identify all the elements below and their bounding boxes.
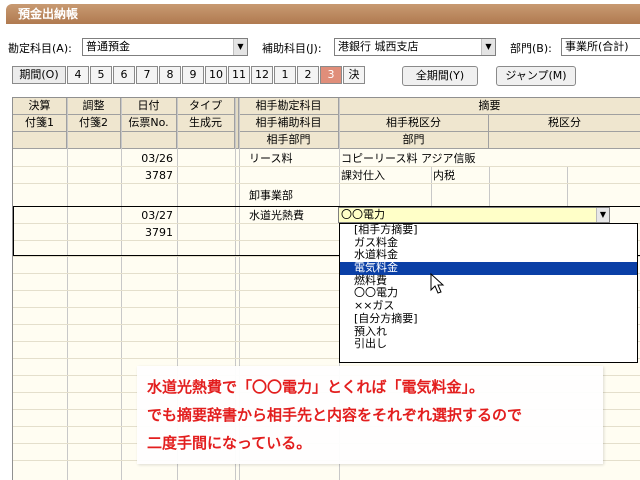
month-tab-4[interactable]: 4: [67, 66, 89, 84]
month-tab-8[interactable]: 8: [159, 66, 181, 84]
summary-edit-combo[interactable]: 〇〇電力 ▼: [338, 207, 610, 223]
callout-line-1: 水道光熱費で「〇〇電力」とくれば「電気料金」。: [147, 378, 485, 396]
dropdown-item[interactable]: 引出し: [340, 337, 637, 351]
chevron-down-icon[interactable]: ▼: [481, 39, 495, 55]
entry1-partner-tax[interactable]: 課対仕入: [341, 167, 385, 184]
chevron-down-icon[interactable]: ▼: [233, 39, 247, 55]
department-select[interactable]: 事業所(合計): [561, 38, 640, 56]
sub-account-select[interactable]: 港銀行 城西支店 ▼: [334, 38, 496, 56]
month-tab-2[interactable]: 2: [297, 66, 319, 84]
grid-line: [489, 166, 490, 206]
dropdown-item[interactable]: [自分方摘要]: [340, 312, 637, 326]
col-voucher: 伝票No.: [121, 115, 177, 132]
col-type: タイプ: [177, 98, 235, 115]
window-title: 預金出納帳: [6, 4, 640, 24]
month-tab-3[interactable]: 3: [320, 66, 342, 84]
month-tab-1[interactable]: 1: [274, 66, 296, 84]
col-empty: [489, 132, 640, 149]
account-select[interactable]: 普通預金 ▼: [82, 38, 248, 56]
grid-line: [13, 166, 640, 167]
entry1-date[interactable]: 03/26: [121, 150, 173, 167]
entry1-voucher[interactable]: 3787: [121, 167, 173, 184]
grid-line: [13, 183, 640, 184]
month-tab-7[interactable]: 7: [136, 66, 158, 84]
jump-button[interactable]: ジャンプ(M): [496, 66, 576, 86]
entry2-date[interactable]: 03/27: [121, 207, 173, 224]
dropdown-item[interactable]: ××ガス: [340, 299, 637, 313]
month-tab-12[interactable]: 12: [251, 66, 273, 84]
department-value: 事業所(合計): [565, 40, 629, 53]
entry2-account[interactable]: 水道光熱費: [249, 207, 304, 224]
full-period-button[interactable]: 全期間(Y): [402, 66, 478, 86]
col-date: 日付: [121, 98, 177, 115]
col-partner-sub: 相手補助科目: [239, 115, 339, 132]
col-adjust: 調整: [67, 98, 121, 115]
col-tag2: 付箋2: [67, 115, 121, 132]
grid-line: [67, 98, 68, 480]
col-settlement: 決算: [13, 98, 67, 115]
col-empty: [121, 132, 177, 149]
dropdown-item[interactable]: [相手方摘要]: [340, 223, 637, 237]
summary-dropdown: [相手方摘要] ガス料金 水道料金 電気料金 燃料費 〇〇電力 ××ガス [自分…: [339, 223, 638, 363]
grid-line: [567, 166, 568, 206]
entry1-account[interactable]: リース料: [249, 150, 292, 167]
sub-account-label: 補助科目(J):: [262, 42, 322, 55]
entry1-partner-dept[interactable]: 卸事業部: [249, 187, 293, 204]
col-empty: [67, 132, 121, 149]
sub-account-value: 港銀行 城西支店: [338, 40, 419, 53]
summary-edit-value: 〇〇電力: [341, 208, 385, 221]
grid-line: [431, 166, 432, 206]
account-value: 普通預金: [86, 40, 130, 53]
month-tab-5[interactable]: 5: [90, 66, 112, 84]
annotation-callout: 水道光熱費で「〇〇電力」とくれば「電気料金」。 でも摘要辞書から相手先と内容をそ…: [137, 366, 603, 464]
col-partner-dept: 相手部門: [239, 132, 339, 149]
col-dept: 部門: [339, 132, 489, 149]
chevron-down-icon[interactable]: ▼: [596, 208, 609, 222]
entry1-summary[interactable]: コピーリース料 アジア信販: [341, 150, 476, 167]
period-button[interactable]: 期間(O): [12, 66, 66, 84]
account-label: 勘定科目(A):: [8, 42, 72, 55]
month-tab-10[interactable]: 10: [205, 66, 227, 84]
col-partner-tax: 相手税区分: [339, 115, 489, 132]
col-tag1: 付箋1: [13, 115, 67, 132]
month-tab-6[interactable]: 6: [113, 66, 135, 84]
dropdown-item-highlighted[interactable]: 電気料金: [340, 261, 637, 275]
department-label: 部門(B):: [510, 42, 552, 55]
month-tab-9[interactable]: 9: [182, 66, 204, 84]
col-tax: 税区分: [489, 115, 640, 132]
filter-row: 勘定科目(A): 普通預金 ▼ 補助科目(J): 港銀行 城西支店 ▼ 部門(B…: [0, 38, 640, 56]
col-source: 生成元: [177, 115, 235, 132]
month-tab-11[interactable]: 11: [228, 66, 250, 84]
col-empty: [177, 132, 235, 149]
period-bar: 期間(O) 4 5 6 7 8 9 10 11 12 1 2 3 決: [12, 66, 366, 86]
mouse-pointer-icon: [430, 273, 445, 294]
entry2-voucher[interactable]: 3791: [121, 224, 173, 241]
callout-line-2: でも摘要辞書から相手先と内容をそれぞれ選択するので: [147, 406, 523, 424]
col-empty: [13, 132, 67, 149]
month-tab-settlement[interactable]: 決: [343, 66, 365, 84]
callout-line-3: 二度手間になっている。: [147, 434, 312, 452]
col-partner-account: 相手勘定科目: [239, 98, 339, 115]
col-summary: 摘要: [339, 98, 640, 115]
entry1-tax[interactable]: 内税: [433, 167, 455, 184]
